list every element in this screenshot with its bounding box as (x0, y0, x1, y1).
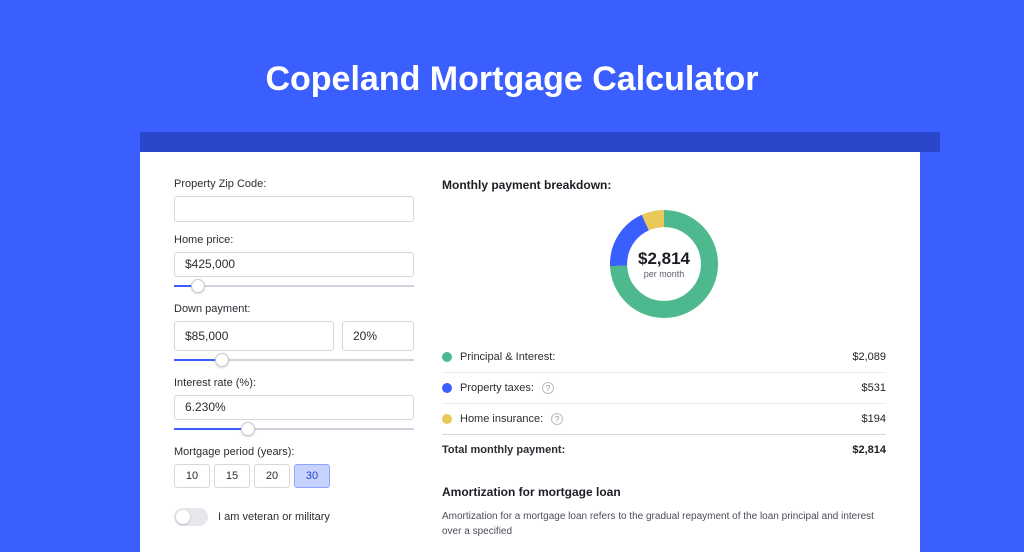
total-label: Total monthly payment: (442, 444, 565, 456)
period-pill-20[interactable]: 20 (254, 464, 290, 488)
period-label: Mortgage period (years): (174, 446, 414, 458)
period-pill-30[interactable]: 30 (294, 464, 330, 488)
donut-chart: $2,814 per month (604, 204, 724, 324)
down-payment-label: Down payment: (174, 303, 414, 315)
period-pill-15[interactable]: 15 (214, 464, 250, 488)
breakdown-list: Principal & Interest: $2,089 Property taxe… (442, 342, 886, 465)
slider-thumb[interactable] (191, 279, 205, 293)
breakdown-panel: Monthly payment breakdown: $2,814 per mo… (442, 178, 886, 526)
breakdown-value: $531 (862, 382, 886, 394)
page-title: Copeland Mortgage Calculator (0, 0, 1024, 99)
home-price-input[interactable] (174, 252, 414, 278)
slider-thumb[interactable] (241, 422, 255, 436)
zip-input[interactable] (174, 196, 414, 222)
down-payment-pct-input[interactable] (342, 321, 414, 351)
legend-dot (442, 383, 452, 393)
breakdown-value: $2,089 (852, 351, 886, 363)
zip-label: Property Zip Code: (174, 178, 414, 190)
breakdown-label: Property taxes: (460, 382, 534, 394)
period-pills: 10152030 (174, 464, 414, 488)
amortization-text: Amortization for a mortgage loan refers … (442, 509, 886, 539)
calculator-card: Property Zip Code: Home price: Down paym… (140, 152, 920, 552)
breakdown-row: Home insurance:? $194 (442, 403, 886, 434)
breakdown-title: Monthly payment breakdown: (442, 178, 886, 192)
home-price-label: Home price: (174, 234, 414, 246)
legend-dot (442, 352, 452, 362)
total-value: $2,814 (852, 444, 886, 456)
donut-amount: $2,814 (638, 249, 690, 269)
donut-center: $2,814 per month (604, 204, 724, 324)
breakdown-label: Principal & Interest: (460, 351, 555, 363)
interest-label: Interest rate (%): (174, 377, 414, 389)
interest-input[interactable] (174, 395, 414, 421)
veteran-row: I am veteran or military (174, 508, 414, 526)
info-icon[interactable]: ? (542, 382, 554, 394)
donut-wrap: $2,814 per month (442, 204, 886, 324)
legend-dot (442, 414, 452, 424)
home-price-slider[interactable] (174, 279, 414, 291)
breakdown-row: Property taxes:? $531 (442, 372, 886, 403)
info-icon[interactable]: ? (551, 413, 563, 425)
donut-sub: per month (644, 269, 685, 279)
breakdown-row: Principal & Interest: $2,089 (442, 342, 886, 372)
down-payment-slider[interactable] (174, 353, 414, 365)
period-pill-10[interactable]: 10 (174, 464, 210, 488)
inputs-panel: Property Zip Code: Home price: Down paym… (174, 178, 414, 526)
breakdown-value: $194 (862, 413, 886, 425)
interest-slider[interactable] (174, 422, 414, 434)
amortization-title: Amortization for mortgage loan (442, 485, 886, 499)
slider-fill (174, 428, 248, 430)
header-stripe (140, 132, 940, 152)
veteran-label: I am veteran or military (218, 511, 330, 523)
breakdown-label: Home insurance: (460, 413, 543, 425)
slider-thumb[interactable] (215, 353, 229, 367)
veteran-toggle[interactable] (174, 508, 208, 526)
down-payment-input[interactable] (174, 321, 334, 351)
breakdown-total-row: Total monthly payment: $2,814 (442, 434, 886, 465)
